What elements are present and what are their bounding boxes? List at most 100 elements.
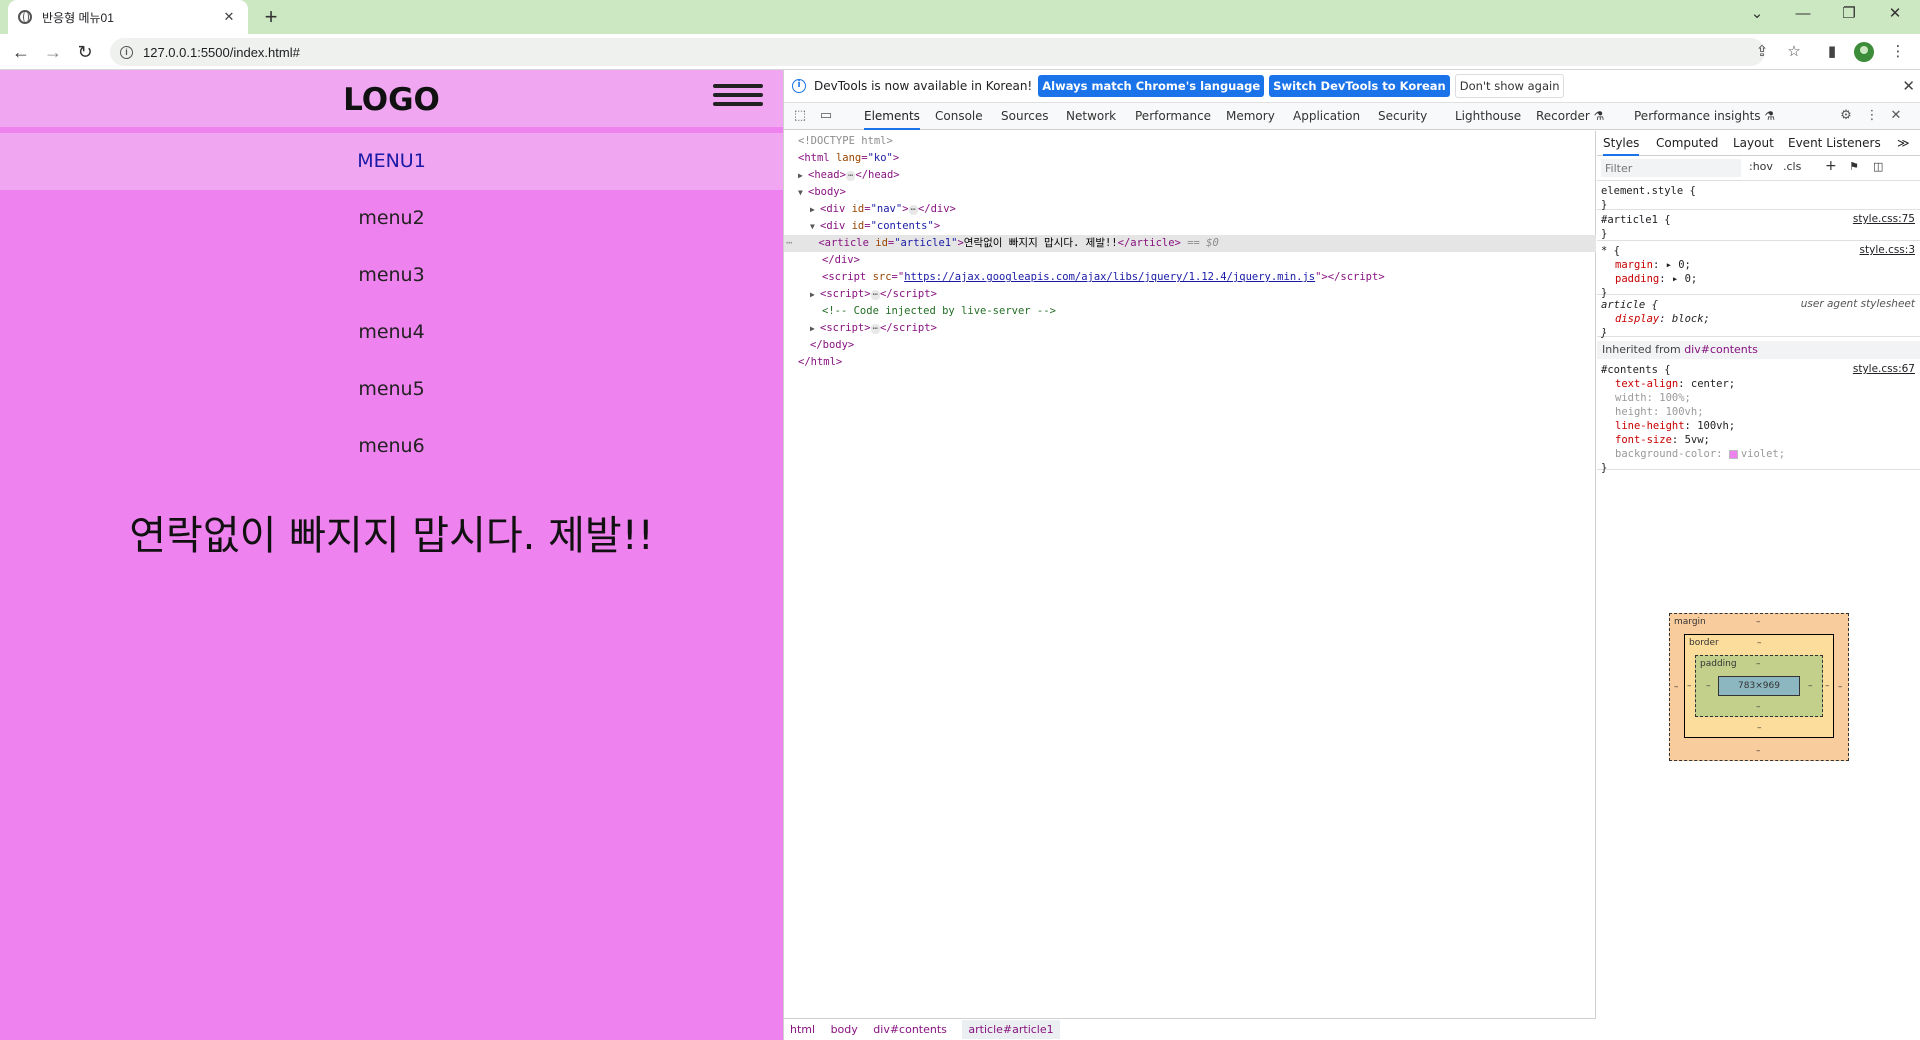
share-icon[interactable]: ⇪	[1750, 40, 1774, 64]
tab-console[interactable]: Console	[935, 103, 983, 130]
prop-value-background-color[interactable]: violet;	[1741, 448, 1785, 460]
menu-item-2[interactable]: menu2	[0, 190, 783, 247]
margin-right-value[interactable]: –	[1838, 682, 1843, 692]
box-model-margin[interactable]: margin – – – – border – – – – padding – …	[1669, 613, 1849, 761]
ellipsis-icon[interactable]: ⋯	[870, 324, 880, 334]
devtools-more-icon[interactable]: ⋮	[1864, 108, 1880, 124]
prop-name-width[interactable]: width	[1615, 392, 1647, 404]
prop-name-padding[interactable]: padding	[1615, 273, 1659, 285]
menu-item-1[interactable]: MENU1	[0, 133, 783, 190]
dom-node-div-nav[interactable]: ▶ <div id="nav"> ⋯ </div>	[784, 201, 1596, 218]
subtab-event-listeners[interactable]: Event Listeners	[1788, 131, 1881, 156]
prop-name-text-align[interactable]: text-align	[1615, 378, 1678, 390]
logo[interactable]: LOGO	[0, 70, 783, 130]
ellipsis-icon[interactable]: ⋯	[845, 171, 856, 181]
tab-recorder[interactable]: Recorder ⚗	[1536, 103, 1604, 130]
new-tab-button[interactable]: +	[258, 4, 284, 30]
box-model-padding[interactable]: padding – – – – 783×969	[1695, 655, 1823, 717]
contents-source-link[interactable]: style.css:67	[1853, 363, 1915, 375]
tab-lighthouse[interactable]: Lighthouse	[1455, 103, 1521, 130]
prop-value-text-align[interactable]: center;	[1691, 378, 1735, 390]
prop-name-line-height[interactable]: line-height	[1615, 420, 1685, 432]
padding-left-value[interactable]: –	[1706, 681, 1711, 691]
device-toolbar-icon[interactable]: ▭	[818, 108, 834, 124]
dom-node-html[interactable]: <html lang="ko">	[784, 150, 1596, 167]
collapse-triangle-icon[interactable]: ▼	[810, 218, 820, 235]
always-match-language-button[interactable]: Always match Chrome's language	[1038, 75, 1265, 97]
address-bar[interactable]: i 127.0.0.1:5500/index.html#	[110, 38, 1765, 66]
margin-bottom-value[interactable]: –	[1756, 746, 1761, 756]
minimize-button[interactable]: —	[1780, 0, 1826, 30]
reload-button[interactable]: ↻	[72, 39, 98, 65]
dom-node-script-jquery[interactable]: <script src="https://ajax.googleapis.com…	[784, 269, 1596, 286]
breadcrumb-html[interactable]: html	[790, 1023, 815, 1036]
padding-right-value[interactable]: –	[1808, 681, 1813, 691]
dom-node-comment[interactable]: <!-- Code injected by live-server -->	[784, 303, 1596, 320]
border-bottom-value[interactable]: –	[1757, 723, 1762, 733]
tab-application[interactable]: Application	[1293, 103, 1360, 130]
border-top-value[interactable]: –	[1757, 638, 1762, 648]
rule-contents[interactable]: #contents { style.css:67 text-align: cen…	[1597, 360, 1920, 474]
box-model-border[interactable]: border – – – – padding – – – – 783×969	[1684, 634, 1834, 738]
inspect-element-icon[interactable]: ⬚	[792, 108, 808, 124]
tab-security[interactable]: Security	[1378, 103, 1427, 130]
site-info-icon[interactable]: i	[120, 45, 133, 59]
prop-value-height[interactable]: 100vh;	[1666, 406, 1704, 418]
padding-bottom-value[interactable]: –	[1756, 702, 1761, 712]
collapse-triangle-icon[interactable]: ▼	[798, 184, 808, 201]
dom-node-div-close[interactable]: </div>	[784, 252, 1596, 269]
restore-button[interactable]: ❐	[1826, 0, 1872, 30]
script-src-link[interactable]: https://ajax.googleapis.com/ajax/libs/jq…	[904, 271, 1315, 283]
browser-menu-icon[interactable]: ⋮	[1886, 40, 1910, 64]
rule-universal[interactable]: * { style.css:3 margin: ▸ 0; padding: ▸ …	[1597, 241, 1920, 299]
expand-triangle-icon[interactable]: ▶	[810, 286, 820, 303]
margin-top-value[interactable]: –	[1756, 617, 1761, 627]
dom-node-article-selected[interactable]: ⋯ <article id="article1">연락없이 빠지지 맙시다. 제발…	[784, 235, 1596, 252]
border-right-value[interactable]: –	[1825, 681, 1830, 691]
prop-value-display[interactable]: block;	[1672, 313, 1710, 325]
prop-name-font-size[interactable]: font-size	[1615, 434, 1672, 446]
rule-article-ua[interactable]: article { user agent stylesheet display:…	[1597, 295, 1920, 339]
subtab-layout[interactable]: Layout	[1733, 131, 1774, 156]
menu-item-6[interactable]: menu6	[0, 418, 783, 475]
tab-close-icon[interactable]: ✕	[220, 9, 238, 25]
toggle-sidebar-icon[interactable]: ◫	[1873, 160, 1883, 173]
tab-search-button[interactable]: ⌄	[1734, 0, 1780, 30]
menu-item-5[interactable]: menu5	[0, 361, 783, 418]
expand-triangle-icon[interactable]: ▶	[798, 167, 808, 184]
rule-element-style[interactable]: element.style { }	[1597, 181, 1920, 211]
hamburger-menu-icon[interactable]	[713, 84, 763, 110]
tab-sources[interactable]: Sources	[1001, 103, 1048, 130]
dom-node-div-contents[interactable]: ▼ <div id="contents">	[784, 218, 1596, 235]
dom-node-script-2[interactable]: ▶ <script> ⋯ </script>	[784, 320, 1596, 337]
new-rule-icon[interactable]: +	[1825, 158, 1837, 174]
switch-to-korean-button[interactable]: Switch DevTools to Korean	[1269, 75, 1450, 97]
article1-source-link[interactable]: style.css:75	[1853, 213, 1915, 225]
expand-triangle-icon[interactable]: ▶	[810, 201, 820, 218]
forward-button[interactable]: →	[40, 39, 66, 65]
tab-performance[interactable]: Performance	[1135, 103, 1211, 130]
breadcrumb-article[interactable]: article#article1	[962, 1020, 1060, 1039]
url-text[interactable]: 127.0.0.1:5500/index.html#	[143, 45, 300, 60]
margin-left-value[interactable]: –	[1674, 682, 1679, 692]
prop-value-line-height[interactable]: 100vh;	[1697, 420, 1735, 432]
browser-tab[interactable]: 반응형 메뉴01 ✕	[8, 0, 248, 34]
tab-network[interactable]: Network	[1066, 103, 1116, 130]
prop-value-width[interactable]: 100%;	[1659, 392, 1691, 404]
breadcrumb-div-contents[interactable]: div#contents	[873, 1023, 947, 1036]
dom-node-doctype[interactable]: <!DOCTYPE html>	[784, 133, 1596, 150]
settings-gear-icon[interactable]: ⚙	[1838, 108, 1854, 124]
devtools-close-icon[interactable]: ✕	[1888, 108, 1904, 124]
bookmark-star-icon[interactable]: ☆	[1782, 40, 1806, 64]
prop-name-background-color[interactable]: background-color	[1615, 448, 1716, 460]
prop-value-padding[interactable]: 0;	[1685, 273, 1698, 285]
menu-item-4[interactable]: menu4	[0, 304, 783, 361]
dom-node-head[interactable]: ▶ <head> ⋯ </head>	[784, 167, 1596, 184]
tab-performance-insights[interactable]: Performance insights ⚗	[1634, 103, 1775, 130]
box-model-content-size[interactable]: 783×969	[1718, 676, 1800, 696]
tab-elements[interactable]: Elements	[864, 103, 920, 130]
dom-node-script[interactable]: ▶ <script> ⋯ </script>	[784, 286, 1596, 303]
ellipsis-icon[interactable]: ⋯	[908, 205, 918, 215]
color-swatch[interactable]	[1728, 449, 1738, 459]
prop-name-margin[interactable]: margin	[1615, 259, 1653, 271]
